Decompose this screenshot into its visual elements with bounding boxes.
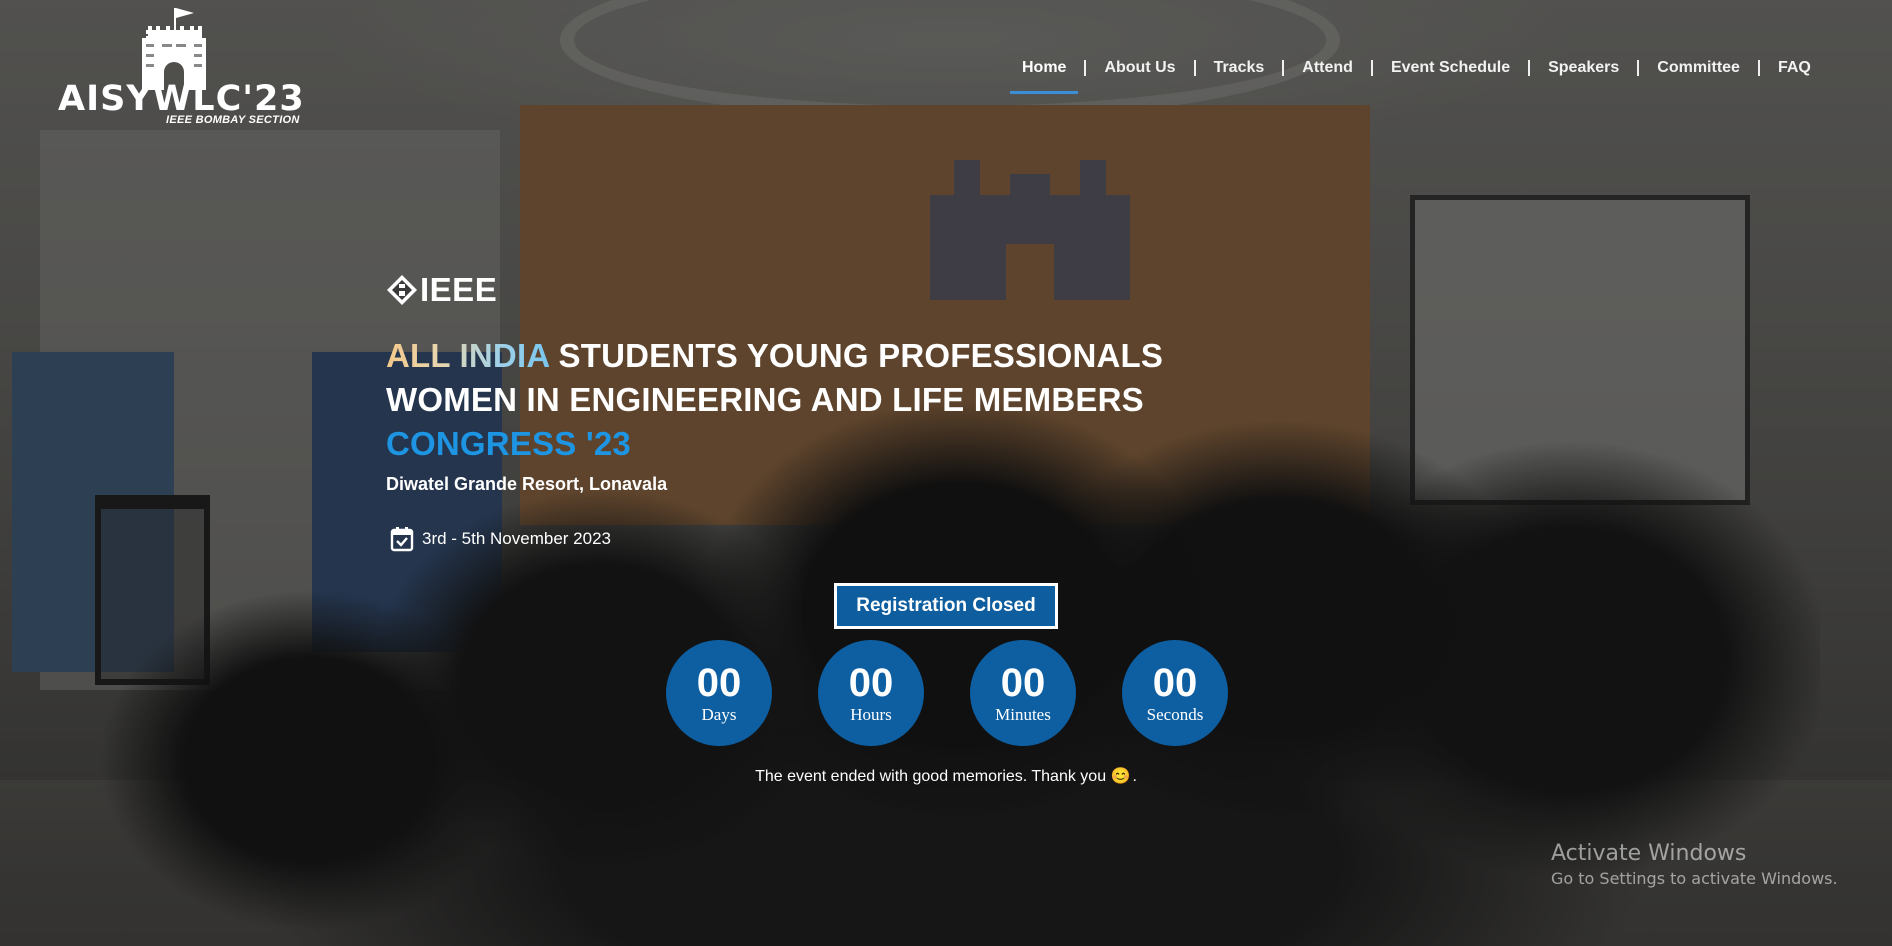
nav-event-schedule[interactable]: Event Schedule [1379, 54, 1522, 82]
countdown-minutes: 00 Minutes [970, 640, 1076, 746]
brand-name: AISYWLC'23 [58, 79, 305, 119]
activate-windows-subtitle: Go to Settings to activate Windows. [1551, 869, 1838, 888]
countdown-minutes-value: 00 [1000, 661, 1046, 705]
castle-icon [142, 8, 206, 90]
nav-faq[interactable]: FAQ [1766, 54, 1823, 82]
event-headline: ALL INDIA STUDENTS YOUNG PROFESSIONALS W… [386, 334, 1206, 466]
nav-about-us[interactable]: About Us [1092, 54, 1187, 82]
activate-windows-title: Activate Windows [1551, 841, 1747, 866]
main-navigation: Home About Us Tracks Attend Event Schedu… [1010, 54, 1823, 94]
countdown-days-label: Days [701, 705, 737, 724]
nav-speakers[interactable]: Speakers [1536, 54, 1631, 82]
headline-line1: STUDENTS YOUNG PROFESSIONALS [549, 337, 1164, 374]
countdown-hours-label: Hours [850, 705, 892, 724]
nav-divider [1084, 60, 1087, 76]
nav-divider [1637, 60, 1640, 76]
nav-divider [1193, 60, 1196, 76]
nav-divider [1282, 60, 1285, 76]
registration-closed-button[interactable]: Registration Closed [834, 583, 1058, 629]
headline-line2: WOMEN IN ENGINEERING AND LIFE MEMBERS [386, 381, 1144, 418]
event-date: 3rd - 5th November 2023 [422, 529, 611, 548]
calendar-check-icon [390, 527, 414, 552]
nav-home[interactable]: Home [1010, 54, 1079, 94]
smile-emoji-icon: 😊 [1110, 768, 1131, 785]
nav-divider [1528, 60, 1531, 76]
nav-tracks[interactable]: Tracks [1202, 54, 1277, 82]
event-venue: Diwatel Grande Resort, Lonavala [386, 474, 668, 494]
countdown-seconds-label: Seconds [1146, 705, 1204, 724]
event-ended-tail: . [1132, 768, 1137, 785]
ieee-logo: IEEE [386, 271, 498, 308]
countdown-minutes-label: Minutes [995, 705, 1051, 724]
countdown-days-value: 00 [696, 661, 742, 705]
countdown-timer: 00 Days 00 Hours 00 Minutes 00 Seconds [666, 640, 1228, 746]
countdown-seconds-value: 00 [1152, 661, 1198, 705]
nav-divider [1757, 60, 1760, 76]
ieee-diamond-icon [387, 275, 417, 305]
countdown-days: 00 Days [666, 640, 772, 746]
brand-subtitle: IEEE BOMBAY SECTION [166, 114, 300, 126]
countdown-seconds: 00 Seconds [1122, 640, 1228, 746]
countdown-hours: 00 Hours [818, 640, 924, 746]
countdown-hours-value: 00 [848, 661, 894, 705]
ieee-wordmark: IEEE [420, 271, 498, 308]
event-date-row: 3rd - 5th November 2023 [390, 526, 611, 552]
event-ended-text: The event ended with good memories. Than… [755, 768, 1107, 785]
nav-divider [1370, 60, 1373, 76]
site-logo[interactable]: AISYWLC'23 IEEE BOMBAY SECTION [56, 8, 306, 128]
dark-overlay [0, 0, 1892, 946]
nav-attend[interactable]: Attend [1290, 54, 1365, 82]
headline-highlight: ALL INDIA [386, 337, 550, 374]
headline-line3: CONGRESS '23 [386, 425, 631, 462]
nav-committee[interactable]: Committee [1645, 54, 1752, 82]
event-ended-message: The event ended with good memories. Than… [0, 766, 1892, 786]
activate-windows-watermark: Activate Windows Go to Settings to activ… [1551, 840, 1838, 890]
